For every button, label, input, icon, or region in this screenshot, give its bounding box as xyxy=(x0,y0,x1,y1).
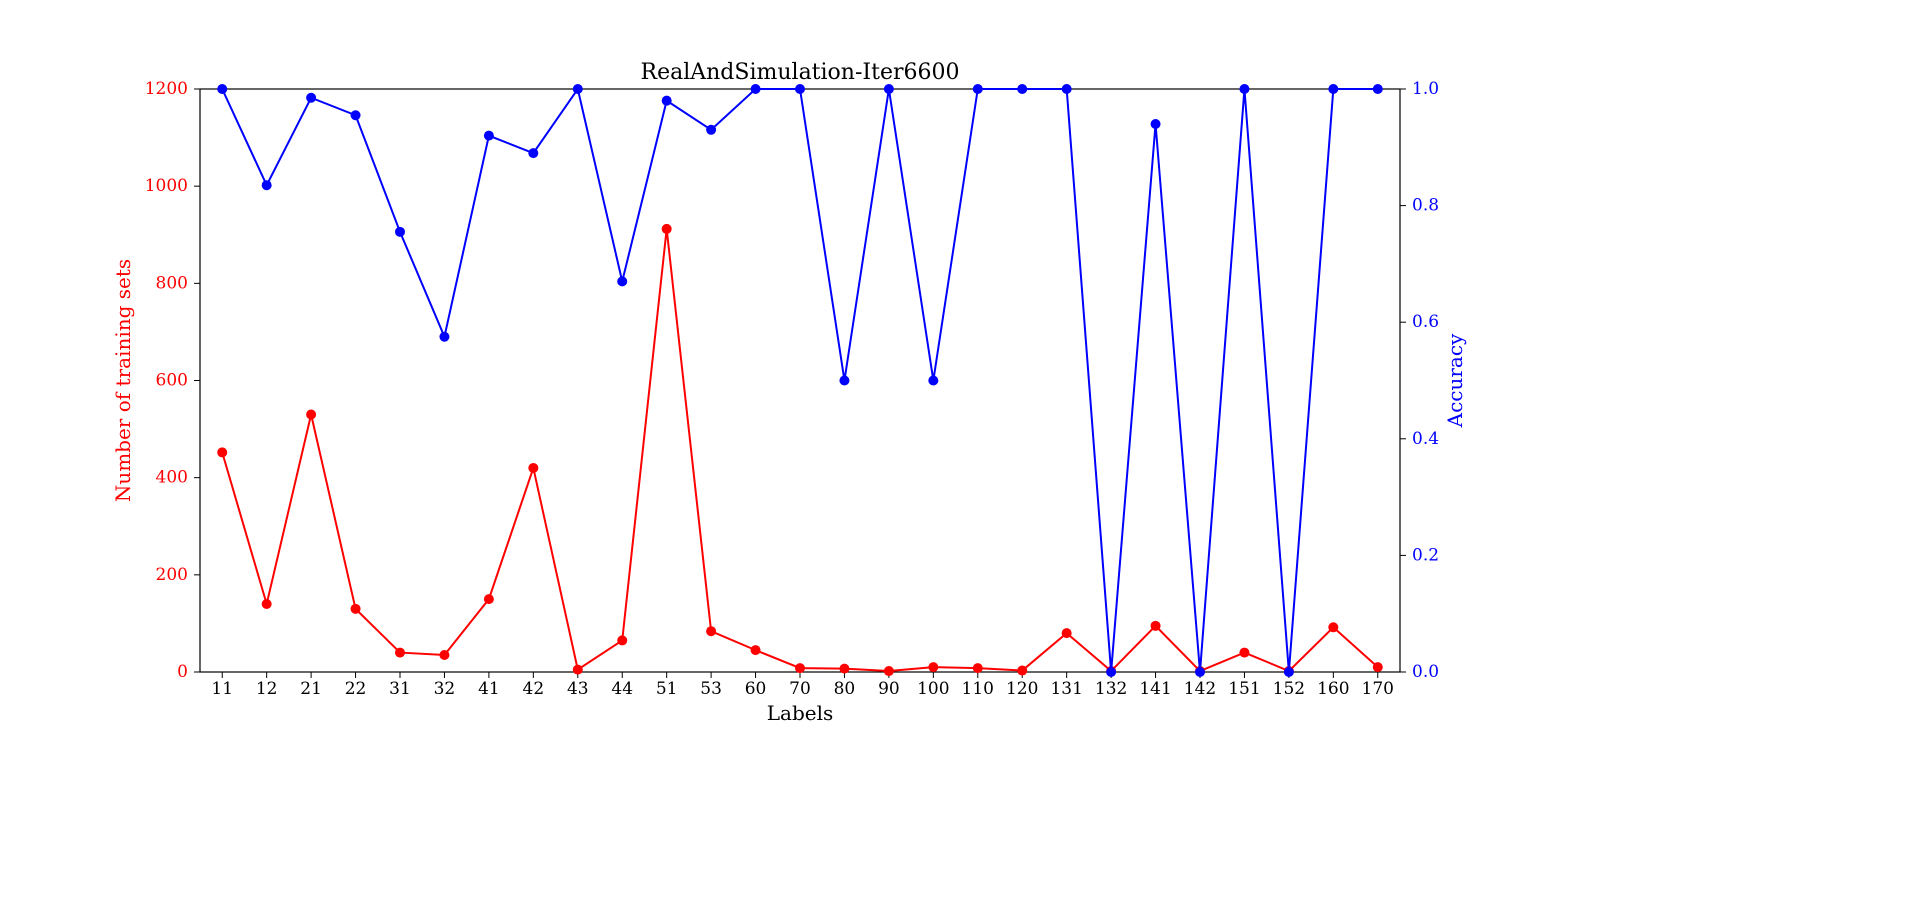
x-tick-label: 22 xyxy=(345,679,367,699)
yr-tick-label: 0.8 xyxy=(1412,196,1439,216)
yr-tick-label: 1.0 xyxy=(1412,79,1439,99)
x-tick-label: 42 xyxy=(523,679,545,699)
chart-svg: RealAndSimulation-Iter6600 11 12 21 22 31 32 41… xyxy=(0,0,1920,924)
x-tick-label: 90 xyxy=(878,679,900,699)
x-tick-label: 12 xyxy=(256,679,278,699)
point-training-sets xyxy=(795,663,805,673)
point-training-sets xyxy=(973,663,983,673)
yl-tick-label: 400 xyxy=(156,468,188,488)
point-training-sets xyxy=(751,645,761,655)
x-tick-label: 160 xyxy=(1317,679,1349,699)
point-accuracy xyxy=(306,93,316,103)
point-accuracy xyxy=(217,84,227,94)
point-accuracy xyxy=(262,180,272,190)
point-accuracy xyxy=(528,148,538,158)
point-accuracy xyxy=(1106,667,1116,677)
yl-tick-label: 1200 xyxy=(145,79,188,99)
point-accuracy xyxy=(884,84,894,94)
yl-tick-label: 600 xyxy=(156,371,188,391)
point-accuracy xyxy=(1328,84,1338,94)
point-training-sets xyxy=(1017,666,1027,676)
point-training-sets xyxy=(839,664,849,674)
x-tick-label: 141 xyxy=(1139,679,1171,699)
point-training-sets xyxy=(217,447,227,457)
x-tick-label: 100 xyxy=(917,679,949,699)
x-tick-label: 11 xyxy=(211,679,233,699)
point-accuracy xyxy=(839,376,849,386)
x-tick-label: 70 xyxy=(789,679,811,699)
point-training-sets xyxy=(484,594,494,604)
point-accuracy xyxy=(1284,667,1294,677)
point-training-sets xyxy=(395,648,405,658)
yr-tick-label: 0.4 xyxy=(1412,429,1439,449)
point-training-sets xyxy=(439,650,449,660)
x-tick-label: 132 xyxy=(1095,679,1127,699)
point-accuracy xyxy=(1062,84,1072,94)
x-tick-label: 41 xyxy=(478,679,500,699)
yl-tick-label: 0 xyxy=(177,662,188,682)
point-training-sets xyxy=(662,224,672,234)
point-accuracy xyxy=(662,96,672,106)
point-accuracy xyxy=(1151,119,1161,129)
point-training-sets xyxy=(1062,628,1072,638)
x-tick-label: 43 xyxy=(567,679,589,699)
plot-spines xyxy=(200,89,1400,672)
point-accuracy xyxy=(484,131,494,141)
point-training-sets xyxy=(1328,622,1338,632)
y-left-axis-label: Number of training sets xyxy=(111,259,135,502)
x-tick-label: 21 xyxy=(300,679,322,699)
point-training-sets xyxy=(573,665,583,675)
yl-tick-label: 200 xyxy=(156,565,188,585)
y-right-axis-label: Accuracy xyxy=(1443,333,1467,428)
x-tick-label: 60 xyxy=(745,679,767,699)
point-training-sets xyxy=(262,599,272,609)
x-tick-label: 131 xyxy=(1050,679,1082,699)
point-accuracy xyxy=(1239,84,1249,94)
x-tick-label: 31 xyxy=(389,679,411,699)
point-accuracy xyxy=(751,84,761,94)
point-accuracy xyxy=(928,376,938,386)
chart-container: RealAndSimulation-Iter6600 11 12 21 22 31 32 41… xyxy=(0,0,1920,924)
chart-title: RealAndSimulation-Iter6600 xyxy=(641,60,960,85)
x-tick-label: 170 xyxy=(1362,679,1394,699)
x-axis-label: Labels xyxy=(767,701,834,725)
x-tick-label: 51 xyxy=(656,679,678,699)
x-tick-label: 32 xyxy=(434,679,456,699)
point-accuracy xyxy=(795,84,805,94)
point-training-sets xyxy=(706,626,716,636)
yl-tick-label: 1000 xyxy=(145,176,188,196)
point-training-sets xyxy=(617,635,627,645)
point-accuracy xyxy=(973,84,983,94)
yl-tick-label: 800 xyxy=(156,273,188,293)
x-tick-label: 110 xyxy=(962,679,994,699)
point-training-sets xyxy=(528,463,538,473)
point-training-sets xyxy=(1151,621,1161,631)
point-accuracy xyxy=(573,84,583,94)
point-training-sets xyxy=(884,666,894,676)
x-tick-label: 53 xyxy=(700,679,722,699)
point-accuracy xyxy=(1017,84,1027,94)
x-tick-label: 142 xyxy=(1184,679,1216,699)
point-accuracy xyxy=(617,276,627,286)
x-tick-label: 80 xyxy=(834,679,856,699)
series-accuracy xyxy=(222,89,1378,672)
x-tick-label: 151 xyxy=(1228,679,1260,699)
point-accuracy xyxy=(1195,667,1205,677)
point-training-sets xyxy=(1239,648,1249,658)
point-training-sets xyxy=(306,410,316,420)
yr-tick-label: 0.6 xyxy=(1412,312,1439,332)
x-tick-label: 120 xyxy=(1006,679,1038,699)
x-tick-label: 152 xyxy=(1273,679,1305,699)
point-training-sets xyxy=(1373,662,1383,672)
point-accuracy xyxy=(351,110,361,120)
point-training-sets xyxy=(351,604,361,614)
point-training-sets xyxy=(928,662,938,672)
yr-tick-label: 0.2 xyxy=(1412,545,1439,565)
point-accuracy xyxy=(395,227,405,237)
point-accuracy xyxy=(1373,84,1383,94)
point-accuracy xyxy=(439,332,449,342)
x-tick-label: 44 xyxy=(611,679,633,699)
yr-tick-label: 0.0 xyxy=(1412,662,1439,682)
point-accuracy xyxy=(706,125,716,135)
